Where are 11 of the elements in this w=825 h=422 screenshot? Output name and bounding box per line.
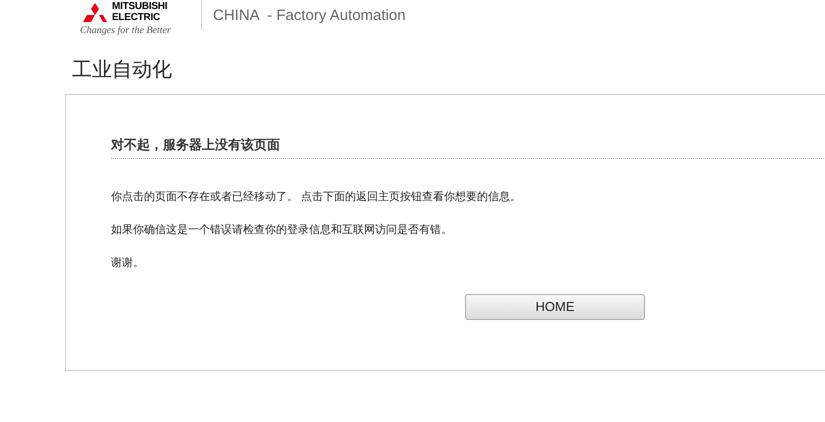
page-title: 工业自动化 bbox=[72, 58, 172, 83]
error-heading: 对不起，服务器上没有该页面 bbox=[111, 135, 825, 158]
logo-text: ELECTRIC bbox=[112, 12, 161, 23]
home-button[interactable]: HOME bbox=[465, 294, 645, 320]
message-text: 谢谢。 bbox=[111, 256, 144, 270]
logo-text: MITSUBISHI bbox=[112, 1, 168, 12]
logo-icon bbox=[80, 3, 110, 25]
site-title: CHINA - Factory Automation bbox=[213, 6, 406, 26]
message-text: 如果你确信这是一个错误请检查你的登录信息和互联网访问是否有错。 bbox=[111, 222, 452, 238]
slogan: Changes for the Better bbox=[80, 25, 172, 37]
message-text: 你点击的页面不存在或者已经移动了。 点击下面的返回主页按钮查看你想要的信息。 bbox=[111, 190, 522, 204]
